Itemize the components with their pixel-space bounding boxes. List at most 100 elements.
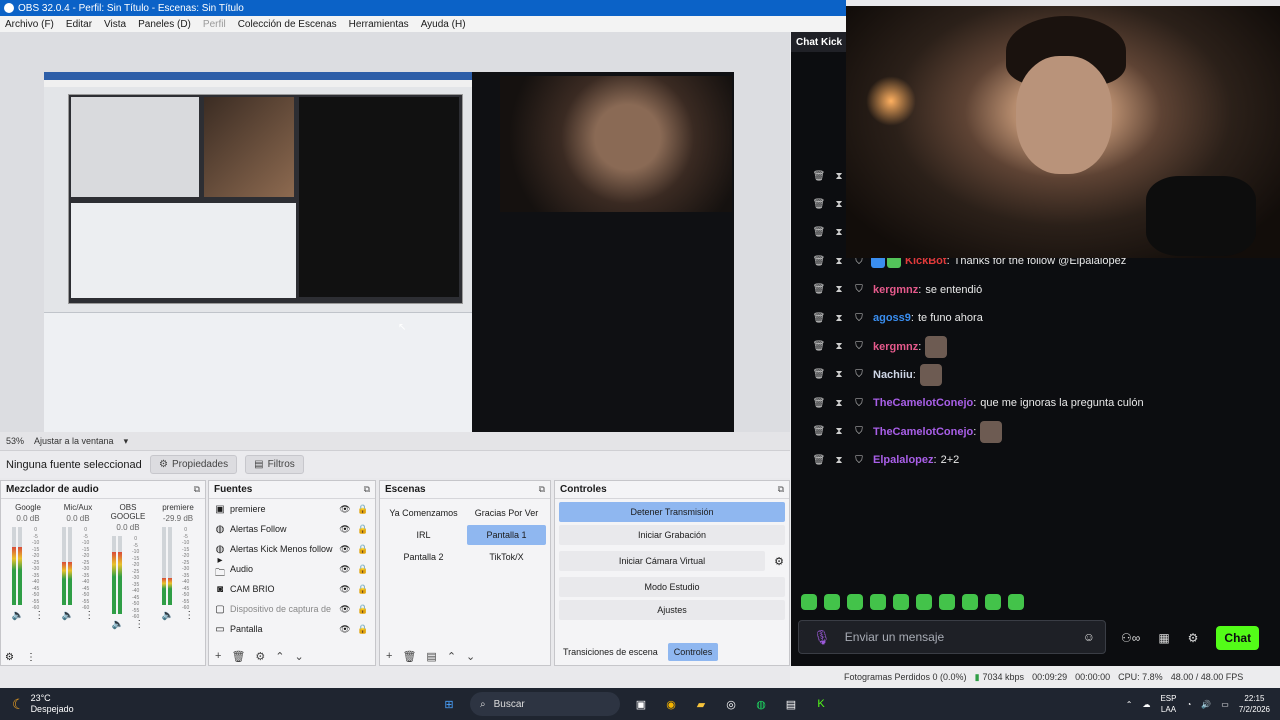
program-preview[interactable] (44, 72, 734, 460)
delete-icon[interactable]: 🗑 (809, 369, 829, 380)
gear-icon[interactable]: ⚙ (769, 555, 789, 568)
emoji-icon[interactable]: ☺ (1083, 630, 1095, 644)
timeout-icon[interactable]: ⧗ (829, 313, 849, 324)
delete-icon[interactable]: 🗑 (809, 199, 829, 210)
start-recording-button[interactable]: Iniciar Grabación (559, 525, 785, 545)
menu-item[interactable]: Colección de Escenas (238, 19, 337, 30)
remove-source-icon[interactable]: 🗑 (231, 650, 245, 663)
settings-button[interactable]: Ajustes (559, 600, 785, 620)
shield-icon[interactable]: ⛉ (849, 284, 869, 295)
windows-start-icon[interactable]: ⊞ (440, 695, 458, 713)
gear-icon[interactable]: ⚙ (1188, 631, 1199, 645)
volume-icon[interactable]: 🔊 (1201, 700, 1211, 709)
scene-button[interactable]: TikTok/X (467, 547, 546, 567)
menu-item[interactable]: Herramientas (349, 19, 409, 30)
menu-item[interactable]: Archivo (F) (5, 19, 54, 30)
chat-username[interactable]: TheCamelotConejo (873, 397, 973, 409)
move-down-icon[interactable]: ⌄ (295, 650, 304, 663)
chat-username[interactable]: Elpalalopez (873, 454, 934, 466)
obs-icon[interactable]: ◎ (722, 695, 740, 713)
emote-icon[interactable] (893, 594, 909, 610)
delete-icon[interactable]: 🗑 (809, 313, 829, 324)
eye-icon[interactable]: 👁 (338, 504, 352, 515)
shield-icon[interactable]: ⛉ (849, 455, 869, 466)
delete-icon[interactable]: 🗑 (809, 171, 829, 182)
chevron-up-icon[interactable]: ⌃ (1126, 700, 1133, 709)
source-item[interactable]: ▣ premiere 👁 🔒 (209, 499, 375, 519)
eye-icon[interactable]: 👁 (338, 624, 352, 635)
delete-icon[interactable]: 🗑 (809, 426, 829, 437)
source-settings-icon[interactable]: ⚙ (255, 650, 265, 663)
stop-stream-button[interactable]: Detener Transmisión (559, 502, 785, 522)
weather-widget[interactable]: ☾ 23°C Despejado (0, 693, 440, 715)
menu-item[interactable]: Paneles (D) (138, 19, 191, 30)
taskbar-search[interactable]: ⌕ Buscar (470, 692, 620, 716)
delete-icon[interactable]: 🗑 (809, 284, 829, 295)
speaker-icon[interactable]: 🔈 (162, 610, 174, 621)
timeout-icon[interactable]: ⧗ (829, 426, 849, 437)
chat-username[interactable]: agoss9 (873, 312, 911, 324)
emote-icon[interactable] (939, 594, 955, 610)
menu-item[interactable]: Ayuda (H) (421, 19, 466, 30)
undock-icon[interactable]: ⧉ (194, 484, 200, 495)
chat-username[interactable]: kergmnz (873, 341, 918, 353)
eye-icon[interactable]: 👁 (338, 584, 352, 595)
eye-icon[interactable]: 👁 (338, 564, 352, 575)
mixer-menu-icon[interactable]: ⋮ (26, 652, 36, 663)
move-up-icon[interactable]: ⌃ (275, 650, 284, 663)
timeout-icon[interactable]: ⧗ (829, 398, 849, 409)
chat-username[interactable]: Nachiiu (873, 369, 913, 381)
channel-menu-icon[interactable]: ⋮ (134, 619, 144, 630)
menu-item[interactable]: Vista (104, 19, 126, 30)
delete-icon[interactable]: 🗑 (809, 227, 829, 238)
shield-icon[interactable]: ⛉ (849, 369, 869, 380)
lock-icon[interactable]: 🔒 (356, 584, 370, 595)
emote-icon[interactable] (962, 594, 978, 610)
delete-icon[interactable]: 🗑 (809, 455, 829, 466)
volume-meter[interactable]: 0 -5 -10 -15 -20 -25 -30 -35 -40 -45 -50 -55 -60 (60, 527, 96, 611)
move-down-icon[interactable]: ⌄ (466, 650, 475, 663)
source-item[interactable]: ◙ CAM BRIO 👁 🔒 (209, 579, 375, 599)
lock-icon[interactable]: 🔒 (356, 504, 370, 515)
eye-icon[interactable]: 👁 (338, 544, 352, 555)
shield-icon[interactable]: ⛉ (849, 341, 869, 352)
emote-icon[interactable] (916, 594, 932, 610)
source-item[interactable]: ◍ Alertas Kick Menos follow 👁 🔒 (209, 539, 375, 559)
lock-icon[interactable]: 🔒 (356, 544, 370, 555)
task-view-icon[interactable]: ▣ (632, 695, 650, 713)
volume-meter[interactable]: 0 -5 -10 -15 -20 -25 -30 -35 -40 -45 -50 -55 -60 (10, 527, 46, 611)
source-item[interactable]: ◍ Alertas Follow 👁 🔒 (209, 519, 375, 539)
scene-filter-icon[interactable]: ▤ (426, 650, 436, 663)
delete-icon[interactable]: 🗑 (809, 341, 829, 352)
scene-button[interactable]: IRL (384, 525, 463, 545)
lock-icon[interactable]: 🔒 (356, 624, 370, 635)
battery-icon[interactable]: ▭ (1221, 700, 1229, 709)
tab-scene-transitions[interactable]: Transiciones de escena (557, 643, 664, 661)
eye-icon[interactable]: 👁 (338, 524, 352, 535)
eye-icon[interactable]: 👁 (338, 604, 352, 615)
scene-button[interactable]: Gracias Por Ver (467, 503, 546, 523)
timeout-icon[interactable]: ⧗ (829, 455, 849, 466)
language-indicator[interactable]: ESP LAA (1160, 693, 1176, 715)
lock-icon[interactable]: 🔒 (356, 524, 370, 535)
scene-button[interactable]: Pantalla 1 (467, 525, 546, 545)
shield-icon[interactable]: ⛉ (849, 426, 869, 437)
delete-icon[interactable]: 🗑 (809, 256, 829, 267)
emote-icon[interactable] (801, 594, 817, 610)
emote-icon[interactable] (824, 594, 840, 610)
chat-username[interactable]: TheCamelotConejo (873, 426, 973, 438)
source-item[interactable]: ▭ Pantalla 👁 🔒 (209, 619, 375, 639)
connections-icon[interactable]: ⚇∞ (1121, 631, 1140, 645)
timeout-icon[interactable]: ⧗ (829, 284, 849, 295)
remove-scene-icon[interactable]: 🗑 (402, 650, 416, 663)
zoom-mode-select[interactable]: Ajustar a la ventana (34, 436, 114, 446)
store-icon[interactable]: ▦ (1158, 631, 1169, 645)
delete-icon[interactable]: 🗑 (809, 398, 829, 409)
undock-icon[interactable]: ⧉ (364, 484, 370, 495)
emote-icon[interactable] (870, 594, 886, 610)
source-item[interactable]: ▢ Dispositivo de captura de 👁 🔒 (209, 599, 375, 619)
wifi-icon[interactable]: ◔ (1186, 700, 1191, 709)
tab-controls[interactable]: Controles (667, 643, 719, 661)
scene-button[interactable]: Ya Comenzamos (384, 503, 463, 523)
start-virtual-camera-button[interactable]: Iniciar Cámara Virtual (559, 551, 765, 571)
